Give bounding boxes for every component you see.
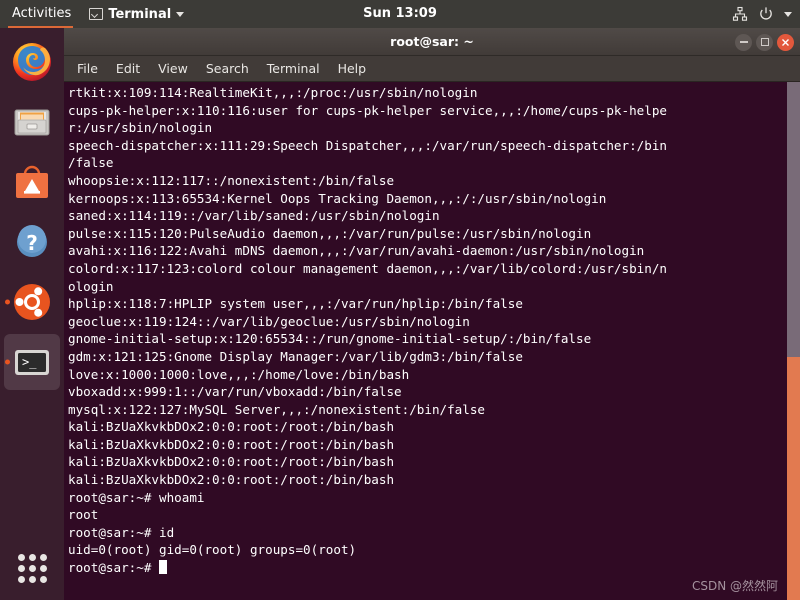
terminal-line: kali:BzUaXkvkbDOx2:0:0:root:/root:/bin/b… bbox=[68, 436, 395, 452]
svg-text:>_: >_ bbox=[22, 355, 37, 369]
window-controls bbox=[735, 28, 794, 56]
menu-help[interactable]: Help bbox=[337, 59, 368, 78]
maximize-button[interactable] bbox=[756, 33, 773, 51]
system-tray[interactable] bbox=[732, 0, 792, 28]
ubuntu-icon bbox=[10, 280, 54, 324]
terminal-line: root@sar:~# id bbox=[68, 524, 175, 540]
terminal-line: geoclue:x:119:124::/var/lib/geoclue:/usr… bbox=[68, 313, 470, 329]
terminal-body[interactable]: rtkit:x:109:114:RealtimeKit,,,:/proc:/us… bbox=[64, 82, 800, 600]
close-button[interactable] bbox=[777, 33, 794, 51]
terminal-line: uid=0(root) gid=0(root) groups=0(root) bbox=[68, 542, 357, 558]
minimize-button[interactable] bbox=[735, 33, 752, 51]
app-menu-button[interactable]: Terminal bbox=[81, 0, 192, 28]
app-grid-dot bbox=[18, 554, 25, 561]
menu-view[interactable]: View bbox=[157, 59, 189, 78]
terminal-line: whoopsie:x:112:117::/nonexistent:/bin/fa… bbox=[68, 172, 395, 188]
dock-item-software[interactable] bbox=[4, 154, 60, 210]
help-icon: ? bbox=[10, 220, 54, 264]
terminal-scrollbar[interactable] bbox=[787, 82, 800, 600]
app-grid-dot bbox=[29, 554, 36, 561]
terminal-line: ologin bbox=[68, 278, 114, 294]
terminal-icon bbox=[89, 8, 104, 20]
svg-text:?: ? bbox=[26, 231, 38, 255]
menu-file[interactable]: File bbox=[76, 59, 99, 78]
app-grid-dot bbox=[29, 576, 36, 583]
watermark-label: CSDN @然然阿 bbox=[691, 579, 778, 593]
terminal-line: vboxadd:x:999:1::/var/run/vboxadd:/bin/f… bbox=[68, 384, 402, 400]
dock-item-terminal[interactable]: >_ bbox=[4, 334, 60, 390]
app-menu-label: Terminal bbox=[108, 6, 172, 22]
terminal-line: kali:BzUaXkvkbDOx2:0:0:root:/root:/bin/b… bbox=[68, 454, 395, 470]
tray-chevron-down-icon[interactable] bbox=[784, 11, 792, 17]
app-grid-dot bbox=[18, 576, 25, 583]
terminal-line: avahi:x:116:122:Avahi mDNS daemon,,,:/va… bbox=[68, 243, 645, 259]
menu-search[interactable]: Search bbox=[205, 59, 250, 78]
activities-button[interactable]: Activities bbox=[0, 0, 81, 28]
terminal-line: pulse:x:115:120:PulseAudio daemon,,,:/va… bbox=[68, 225, 592, 241]
app-grid-dot bbox=[40, 565, 47, 572]
dock-item-firefox[interactable] bbox=[4, 34, 60, 90]
dock-item-files[interactable] bbox=[4, 94, 60, 150]
firefox-icon bbox=[10, 40, 54, 84]
terminal-line: colord:x:117:123:colord colour managemen… bbox=[68, 260, 667, 276]
terminal-line: kali:BzUaXkvkbDOx2:0:0:root:/root:/bin/b… bbox=[68, 419, 395, 435]
gnome-top-bar: Activities Terminal Sun 13:09 bbox=[0, 0, 800, 28]
terminal-line: kernoops:x:113:65534:Kernel Oops Trackin… bbox=[68, 190, 607, 206]
dock-item-ubuntu[interactable] bbox=[4, 274, 60, 330]
ubuntu-software-icon bbox=[10, 160, 54, 204]
window-titlebar[interactable]: root@sar: ~ bbox=[64, 28, 800, 56]
terminal-icon: >_ bbox=[10, 340, 54, 384]
clock-label: Sun 13:09 bbox=[363, 6, 437, 21]
activities-label: Activities bbox=[12, 6, 72, 21]
text-cursor bbox=[159, 560, 167, 575]
menu-terminal[interactable]: Terminal bbox=[266, 59, 321, 78]
shell-prompt: root@sar:~# bbox=[68, 560, 159, 576]
terminal-prompt-line[interactable]: root@sar:~# bbox=[68, 559, 787, 577]
terminal-line: gdm:x:121:125:Gnome Display Manager:/var… bbox=[68, 348, 523, 364]
app-grid-dot bbox=[40, 576, 47, 583]
menu-edit[interactable]: Edit bbox=[115, 59, 141, 78]
app-grid-dot bbox=[18, 565, 25, 572]
show-applications-button[interactable] bbox=[10, 546, 54, 590]
terminal-line: cups-pk-helper:x:110:116:user for cups-p… bbox=[68, 102, 667, 118]
terminal-output[interactable]: rtkit:x:109:114:RealtimeKit,,,:/proc:/us… bbox=[64, 82, 787, 600]
terminal-window: root@sar: ~ File Edit View Search Termin… bbox=[64, 28, 800, 600]
power-icon[interactable] bbox=[758, 6, 774, 22]
terminal-menubar: File Edit View Search Terminal Help bbox=[64, 56, 800, 82]
terminal-line: root bbox=[68, 507, 99, 523]
app-grid-dot bbox=[40, 554, 47, 561]
scrollbar-thumb[interactable] bbox=[787, 357, 800, 600]
app-grid-dot bbox=[29, 565, 36, 572]
terminal-line: root@sar:~# whoami bbox=[68, 489, 205, 505]
terminal-line: mysql:x:122:127:MySQL Server,,,:/nonexis… bbox=[68, 401, 486, 417]
terminal-line: rtkit:x:109:114:RealtimeKit,,,:/proc:/us… bbox=[68, 85, 478, 100]
ubuntu-dock: ? >_ bbox=[0, 28, 64, 600]
chevron-down-icon bbox=[176, 11, 185, 17]
terminal-line: speech-dispatcher:x:111:29:Speech Dispat… bbox=[68, 137, 667, 153]
terminal-line: /false bbox=[68, 155, 114, 171]
desktop-screen: Activities Terminal Sun 13:09 ? >_ root@… bbox=[0, 0, 800, 600]
window-title: root@sar: ~ bbox=[390, 34, 474, 49]
terminal-line: gnome-initial-setup:x:120:65534::/run/gn… bbox=[68, 331, 592, 347]
terminal-line: saned:x:114:119::/var/lib/saned:/usr/sbi… bbox=[68, 208, 440, 224]
terminal-line: love:x:1000:1000:love,,,:/home/love:/bin… bbox=[68, 366, 410, 382]
terminal-line: r:/usr/sbin/nologin bbox=[68, 120, 213, 136]
dock-item-help[interactable]: ? bbox=[4, 214, 60, 270]
files-cabinet-icon bbox=[10, 100, 54, 144]
terminal-line: hplip:x:118:7:HPLIP system user,,,:/var/… bbox=[68, 296, 523, 312]
terminal-line: kali:BzUaXkvkbDOx2:0:0:root:/root:/bin/b… bbox=[68, 472, 395, 488]
network-icon[interactable] bbox=[732, 6, 748, 22]
